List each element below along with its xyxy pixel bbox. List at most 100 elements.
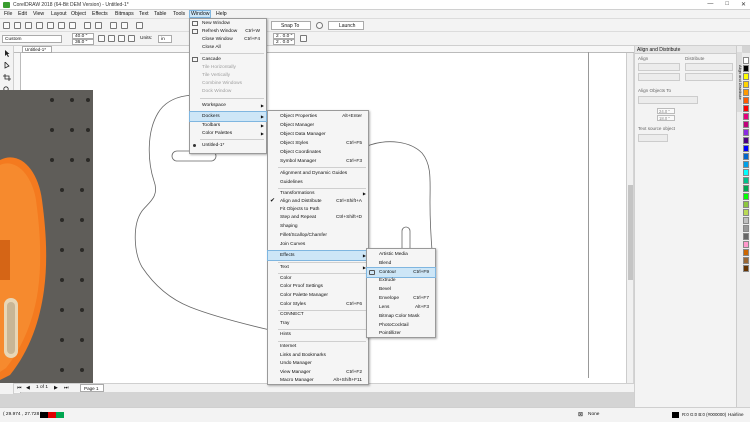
palette-swatch[interactable] [743,89,749,96]
menu-window[interactable]: Window [189,10,212,18]
snap-to-dropdown[interactable]: Snap To [271,21,311,30]
palette-swatch[interactable] [743,225,749,232]
pick-tool-icon[interactable] [3,50,11,57]
menu-item-shaping[interactable]: Shaping [268,222,368,231]
palette-swatch[interactable] [743,241,749,248]
last-page-icon[interactable]: ⏭ [64,385,69,391]
palette-swatch[interactable] [743,65,749,72]
vertical-scrollbar-thumb[interactable] [628,185,633,280]
previous-page-icon[interactable]: ◀ [26,385,30,391]
palette-swatch[interactable] [743,265,749,272]
palette-swatch[interactable] [743,97,749,104]
treat-as-filled-icon[interactable] [300,35,307,42]
copy-icon[interactable] [58,22,65,29]
menu-item-text[interactable]: Text ▶ [268,263,368,272]
menu-effects[interactable]: Effects [91,11,109,17]
minimize-icon[interactable]: — [707,1,713,8]
open-icon[interactable] [14,22,21,29]
menu-item-effects[interactable]: Effects ▶ [267,250,369,261]
first-page-icon[interactable]: ⏮ [17,385,22,391]
menu-item-object-coordinates[interactable]: Object Coordinates [268,148,368,157]
text-source-buttons[interactable] [638,134,668,142]
fill-none-icon[interactable]: ⊠ [578,411,583,418]
palette-swatch[interactable] [743,193,749,200]
vertical-scrollbar[interactable] [626,53,633,383]
menu-item-envelope[interactable]: Envelope Ctrl+F7 [367,294,435,303]
distribute-buttons-row-1[interactable] [685,63,733,71]
menu-item-tray[interactable]: Tray [268,319,368,328]
menu-item-connect[interactable]: CONNECT [268,310,368,319]
palette-swatch[interactable] [743,161,749,168]
page-preset-select[interactable]: Custom [2,35,62,43]
menu-item-object-properties[interactable]: Object Properties Alt+Enter [268,112,368,121]
options-gear-icon[interactable] [316,22,323,29]
palette-swatch[interactable] [743,105,749,112]
portrait-icon[interactable] [98,35,105,42]
cut-icon[interactable] [47,22,54,29]
palette-swatch[interactable] [743,257,749,264]
palette-swatch[interactable] [743,249,749,256]
menu-item-hints[interactable]: Hints [268,330,368,339]
menu-item-join-curves[interactable]: Join Curves [268,240,368,249]
document-color-black[interactable] [40,412,48,418]
next-page-icon[interactable]: ▶ [54,385,58,391]
menu-view[interactable]: View [32,11,45,17]
outline-color-swatch[interactable] [672,412,679,418]
menu-item-dockers[interactable]: Dockers ▶ [189,111,267,122]
print-icon[interactable] [36,22,43,29]
menu-item-pointillizer[interactable]: Pointillizer [367,329,435,338]
align-buttons-row-1[interactable] [638,63,680,71]
menu-item-document-untitled[interactable]: Untitled-1* [190,141,266,150]
page-height-input[interactable]: 36.0 " [72,39,94,45]
menu-edit[interactable]: Edit [17,11,28,17]
menu-object[interactable]: Object [70,11,87,17]
palette-swatch[interactable] [743,201,749,208]
menu-item-internet[interactable]: Internet [268,342,368,351]
redo-icon[interactable] [95,22,102,29]
menu-item-fillet-scallop-chamfer[interactable]: Fillet/Scallop/Chamfer [268,231,368,240]
align-buttons-row-2[interactable] [638,73,680,81]
align-to-buttons[interactable] [638,96,698,104]
menu-item-workspace[interactable]: Workspace ▶ [190,101,266,110]
menu-item-symbol-manager[interactable]: Symbol Manager Ctrl+F3 [268,157,368,166]
save-icon[interactable] [25,22,32,29]
menu-item-close-all[interactable]: Close All [190,43,266,52]
document-color-green[interactable] [56,412,64,418]
import-icon[interactable] [110,22,117,29]
shape-tool-icon[interactable] [3,62,11,69]
palette-swatch[interactable] [743,81,749,88]
guitar-photo[interactable] [0,90,93,383]
duplicate-distance-y-input[interactable]: 2 . 0.0 " [273,39,295,45]
menu-item-object-styles[interactable]: Object Styles Ctrl+F5 [268,139,368,148]
menu-item-macro-manager[interactable]: Macro Manager Alt+Shift+F11 [268,376,368,385]
undo-icon[interactable] [84,22,91,29]
menu-item-color-palettes[interactable]: Color Palettes ▶ [190,129,266,138]
document-color-red[interactable] [48,412,56,418]
distribute-buttons-row-2[interactable] [685,73,733,81]
export-icon[interactable] [121,22,128,29]
menu-item-object-manager[interactable]: Object Manager [268,121,368,130]
menu-item-step-and-repeat[interactable]: Step and Repeat Ctrl+Shift+D [268,213,368,222]
palette-swatch[interactable] [743,217,749,224]
current-page-icon[interactable] [128,35,135,42]
menu-item-extrude[interactable]: Extrude [367,276,435,285]
menu-item-guidelines[interactable]: Guidelines [268,178,368,187]
palette-swatch[interactable] [743,145,749,152]
menu-item-color-proof-settings[interactable]: Color Proof Settings [268,282,368,291]
landscape-icon[interactable] [108,35,115,42]
menu-item-color-styles[interactable]: Color Styles Ctrl+F6 [268,300,368,309]
launch-dropdown[interactable]: Launch [328,21,364,30]
menu-bitmaps[interactable]: Bitmaps [114,11,135,17]
palette-swatch[interactable] [743,113,749,120]
palette-swatch[interactable] [743,57,749,64]
menu-item-undo-manager[interactable]: Undo Manager [268,359,368,368]
menu-item-blend[interactable]: Blend [367,259,435,268]
page-tab[interactable]: Page 1 [80,384,104,392]
paste-icon[interactable] [69,22,76,29]
close-icon[interactable]: ✕ [741,1,746,8]
menu-layout[interactable]: Layout [50,11,68,17]
palette-swatch[interactable] [743,153,749,160]
menu-item-lens[interactable]: Lens Alt+F3 [367,303,435,312]
menu-text[interactable]: Text [138,11,150,17]
menu-item-bevel[interactable]: Bevel [367,285,435,294]
